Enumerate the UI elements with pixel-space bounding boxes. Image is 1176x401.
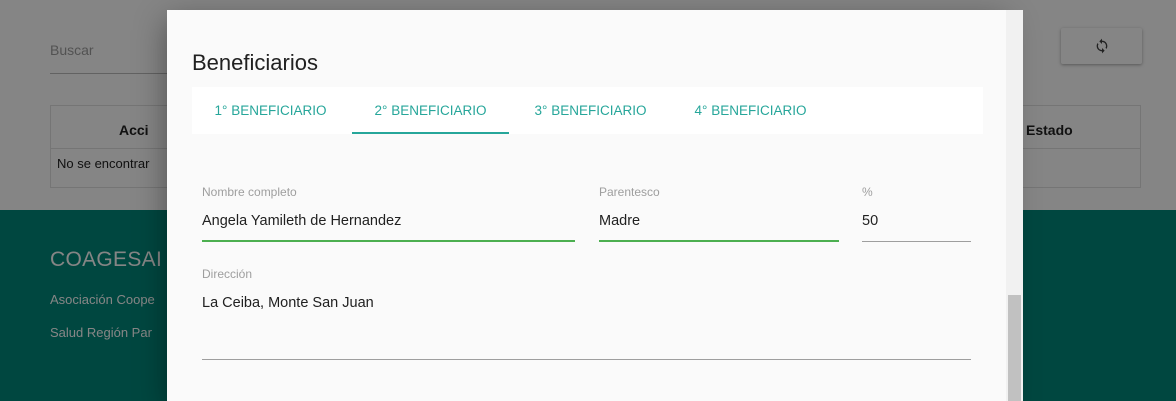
porcentaje-value[interactable]: 50 <box>862 213 878 229</box>
tab-beneficiario-2[interactable]: 2° BENEFICIARIO <box>352 87 509 134</box>
tab-beneficiario-4[interactable]: 4° BENEFICIARIO <box>672 87 829 134</box>
nombre-value[interactable]: Angela Yamileth de Hernandez <box>202 213 401 229</box>
tab-label: 4° BENEFICIARIO <box>694 103 807 118</box>
active-tab-indicator <box>352 132 509 134</box>
modal-title: Beneficiarios <box>192 50 318 75</box>
direccion-underline <box>202 359 971 360</box>
direccion-label: Dirección <box>202 267 253 281</box>
nombre-underline <box>202 240 575 242</box>
tab-beneficiario-1[interactable]: 1° BENEFICIARIO <box>192 87 349 134</box>
nombre-label: Nombre completo <box>202 185 297 199</box>
tab-beneficiario-3[interactable]: 3° BENEFICIARIO <box>512 87 669 134</box>
porcentaje-underline <box>862 241 971 242</box>
beneficiary-tabs: 1° BENEFICIARIO 2° BENEFICIARIO 3° BENEF… <box>192 87 983 134</box>
parentesco-underline <box>599 240 839 242</box>
tab-label: 3° BENEFICIARIO <box>534 103 647 118</box>
modal-scrollbar-thumb[interactable] <box>1008 295 1021 401</box>
parentesco-label: Parentesco <box>599 185 660 199</box>
parentesco-value[interactable]: Madre <box>599 213 640 229</box>
beneficiarios-modal: Beneficiarios 1° BENEFICIARIO 2° BENEFIC… <box>167 10 1006 401</box>
tab-label: 1° BENEFICIARIO <box>214 103 327 118</box>
direccion-value[interactable]: La Ceiba, Monte San Juan <box>202 295 374 311</box>
porcentaje-label: % <box>862 185 873 199</box>
tab-label: 2° BENEFICIARIO <box>374 103 487 118</box>
